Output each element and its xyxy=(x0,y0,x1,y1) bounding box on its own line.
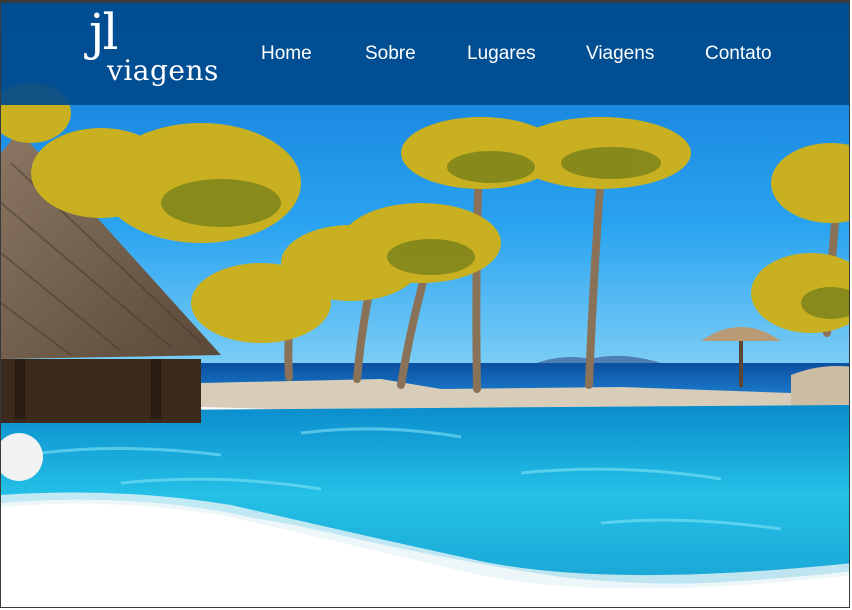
main-nav: Home Sobre Lugares Viagens Contato xyxy=(1,41,849,71)
nav-home[interactable]: Home xyxy=(261,41,312,67)
umbrella-pole xyxy=(739,341,743,387)
nav-contato[interactable]: Contato xyxy=(705,41,772,67)
nav-sobre[interactable]: Sobre xyxy=(365,41,416,67)
hut-post xyxy=(151,359,161,419)
top-navbar: jl viagens Home Sobre Lugares Viagens Co… xyxy=(1,3,849,105)
hut-post xyxy=(15,359,25,419)
page-frame: jl viagens Home Sobre Lugares Viagens Co… xyxy=(0,0,850,608)
nav-lugares[interactable]: Lugares xyxy=(467,41,536,67)
hut-base xyxy=(1,359,201,423)
nav-viagens[interactable]: Viagens xyxy=(586,41,654,67)
rocks-right xyxy=(791,366,849,407)
